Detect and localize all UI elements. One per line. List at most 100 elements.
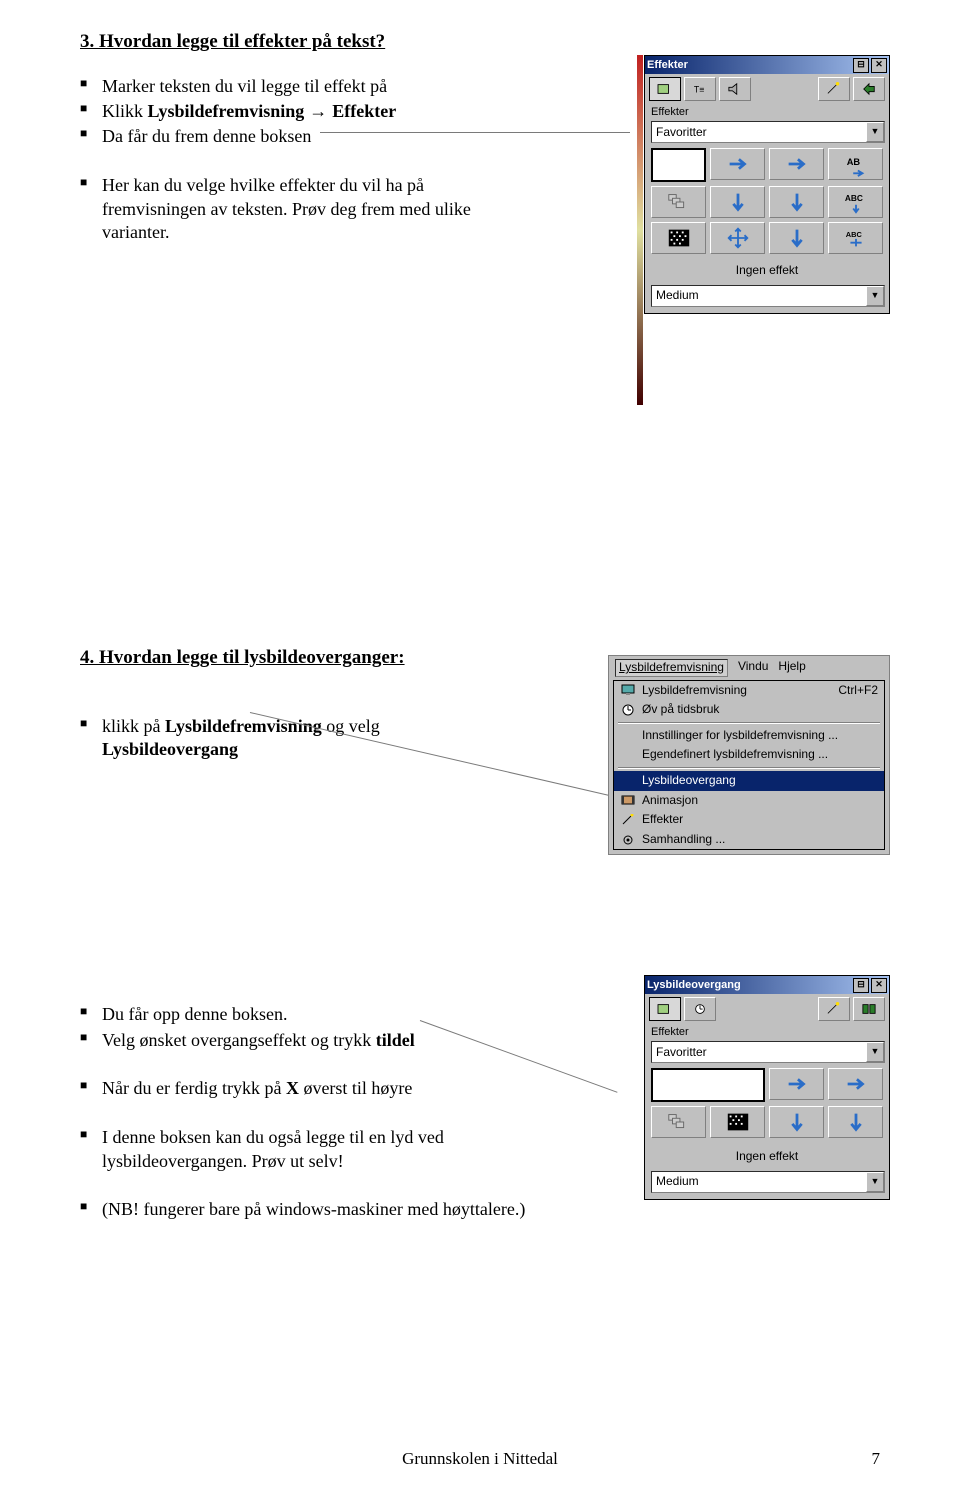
bullet-text: Marker teksten du vil legge til effekt p… — [102, 76, 387, 96]
decorative-strip — [637, 55, 643, 405]
combo-value: Medium — [652, 288, 866, 304]
tab-sound-icon[interactable] — [719, 77, 751, 101]
panel-title: Lysbildeovergang — [647, 978, 741, 992]
panel-titlebar[interactable]: Lysbildeovergang ⊟ ✕ — [645, 976, 889, 994]
menu-separator — [618, 722, 880, 724]
effect-none[interactable] — [651, 148, 706, 182]
lysbildeovergang-panel: Lysbildeovergang ⊟ ✕ Effekter Favoritter… — [644, 975, 890, 1200]
tack-button[interactable]: ⊟ — [853, 58, 869, 73]
menu-item-transition[interactable]: Lysbildeovergang — [614, 771, 884, 791]
chevron-down-icon: ▼ — [866, 122, 884, 142]
effects-category-combo[interactable]: Favoritter ▼ — [651, 121, 885, 143]
effect-arrow-right[interactable] — [828, 1068, 883, 1100]
effect-arrow-down[interactable] — [828, 1106, 883, 1138]
tab-effects-icon[interactable] — [649, 997, 681, 1021]
effects-grid: AB ABC ABC — [651, 148, 883, 254]
effect-cascade[interactable] — [651, 186, 706, 218]
effect-arrow-down[interactable] — [769, 222, 824, 254]
menu-vindu[interactable]: Vindu — [738, 659, 768, 677]
bullet-bold: Lysbildeovergang — [102, 739, 238, 759]
effect-label: ABC — [845, 230, 862, 239]
combo-value: Favoritter — [652, 125, 866, 141]
bullet-text: I denne boksen kan du også legge til en … — [102, 1127, 444, 1170]
panel-section-label: Effekter — [651, 1025, 883, 1039]
effect-none[interactable] — [651, 1068, 765, 1102]
tab-effects-icon[interactable] — [649, 77, 681, 101]
menu-item-label: Animasjon — [642, 793, 698, 809]
tab-timing-icon[interactable] — [684, 997, 716, 1021]
menu-item-rehearse[interactable]: Øv på tidsbruk — [614, 700, 884, 720]
gear-icon — [620, 833, 636, 847]
menu-label: Lysbildefremvisning — [619, 660, 724, 674]
dropdown-menu: Lysbildefremvisning Ctrl+F2 Øv på tidsbr… — [613, 680, 885, 851]
effects-category-combo[interactable]: Favoritter ▼ — [651, 1041, 885, 1063]
bullet-li: Her kan du velge hvilke effekter du vil … — [80, 174, 530, 244]
tack-button[interactable]: ⊟ — [853, 978, 869, 993]
clock-icon — [620, 703, 636, 717]
bullet-li: Da får du frem denne boksen — [80, 125, 530, 148]
panel-tab-row: T≡ — [645, 74, 889, 101]
bullet-text: Klikk — [102, 101, 148, 121]
effect-arrow-right[interactable] — [769, 1068, 824, 1100]
menu-item-custom[interactable]: Egendefinert lysbildefremvisning ... — [614, 745, 884, 765]
menu-hjelp[interactable]: Hjelp — [778, 659, 805, 677]
effect-arrow-down[interactable] — [769, 186, 824, 218]
menu-item-label: Lysbildefremvisning — [642, 683, 747, 699]
effect-none-label: Ingen effekt — [651, 259, 883, 285]
section-4-lower-list-2: Når du er ferdig trykk på X øverst til h… — [80, 1077, 560, 1100]
effect-arrow-down[interactable] — [769, 1106, 824, 1138]
tab-text-icon[interactable]: T≡ — [684, 77, 716, 101]
chevron-down-icon: ▼ — [866, 1172, 884, 1192]
effect-dissolve[interactable] — [710, 1106, 765, 1138]
wand-icon — [620, 813, 636, 827]
bullet-li: Klikk Lysbildefremvisning → Effekter — [80, 100, 530, 123]
bullet-li: klikk på Lysbildefremvisning og velg Lys… — [80, 715, 540, 762]
section-4-list: klikk på Lysbildefremvisning og velg Lys… — [80, 715, 540, 762]
bullet-text: og velg — [322, 716, 380, 736]
speed-combo[interactable]: Medium ▼ — [651, 1171, 885, 1193]
effect-cross[interactable] — [710, 222, 765, 254]
panel-section-label: Effekter — [651, 105, 883, 119]
speed-combo[interactable]: Medium ▼ — [651, 285, 885, 307]
menu-item-slideshow[interactable]: Lysbildefremvisning Ctrl+F2 — [614, 681, 884, 701]
bullet-text: klikk på — [102, 716, 165, 736]
bullet-bold: tildel — [376, 1030, 415, 1050]
bullet-li: Når du er ferdig trykk på X øverst til h… — [80, 1077, 560, 1100]
menu-lysbildefremvisning[interactable]: Lysbildefremvisning — [615, 659, 728, 677]
tab-assign-icon[interactable] — [853, 997, 885, 1021]
svg-text:T≡: T≡ — [694, 85, 704, 95]
bullet-bold: Effekter — [332, 101, 396, 121]
menu-item-effects[interactable]: Effekter — [614, 810, 884, 830]
effect-label: ABC — [844, 193, 862, 203]
section-4-lower-list-3: I denne boksen kan du også legge til en … — [80, 1126, 560, 1173]
close-button[interactable]: ✕ — [871, 978, 887, 993]
panel-titlebar[interactable]: Effekter ⊟ ✕ — [645, 56, 889, 74]
panel-tab-row — [645, 994, 889, 1021]
bullet-text: Du får opp denne boksen. — [102, 1004, 287, 1024]
effect-abc[interactable]: ABC — [828, 186, 883, 218]
effect-dissolve[interactable] — [651, 222, 706, 254]
menubar: Lysbildefremvisning Vindu Hjelp — [609, 656, 889, 680]
effect-ab[interactable]: AB — [828, 148, 883, 180]
bullet-text: Velg ønsket overgangseffekt og trykk — [102, 1030, 376, 1050]
effect-arrow-right[interactable] — [769, 148, 824, 180]
bullet-text: Når du er ferdig trykk på — [102, 1078, 286, 1098]
effect-arrow-right[interactable] — [710, 148, 765, 180]
effect-cascade[interactable] — [651, 1106, 706, 1138]
menu-item-animation[interactable]: Animasjon — [614, 791, 884, 811]
bullet-text: Da får du frem denne boksen — [102, 126, 311, 146]
tab-wand-icon[interactable] — [818, 77, 850, 101]
tab-wand-icon[interactable] — [818, 997, 850, 1021]
menu-item-interaction[interactable]: Samhandling ... — [614, 830, 884, 850]
tab-assign-icon[interactable] — [853, 77, 885, 101]
menu-item-label: Innstillinger for lysbildefremvisning ..… — [642, 728, 838, 744]
bullet-text: Her kan du velge hvilke effekter du vil … — [102, 175, 471, 242]
menu-item-settings[interactable]: Innstillinger for lysbildefremvisning ..… — [614, 726, 884, 746]
bullet-bold: Lysbildefremvisning — [165, 716, 322, 736]
film-icon — [620, 793, 636, 807]
chevron-down-icon: ▼ — [866, 1042, 884, 1062]
section-4-lower-list-4: (NB! fungerer bare på windows-maskiner m… — [80, 1198, 560, 1221]
effect-arrow-down[interactable] — [710, 186, 765, 218]
effect-abc-cross[interactable]: ABC — [828, 222, 883, 254]
close-button[interactable]: ✕ — [871, 58, 887, 73]
